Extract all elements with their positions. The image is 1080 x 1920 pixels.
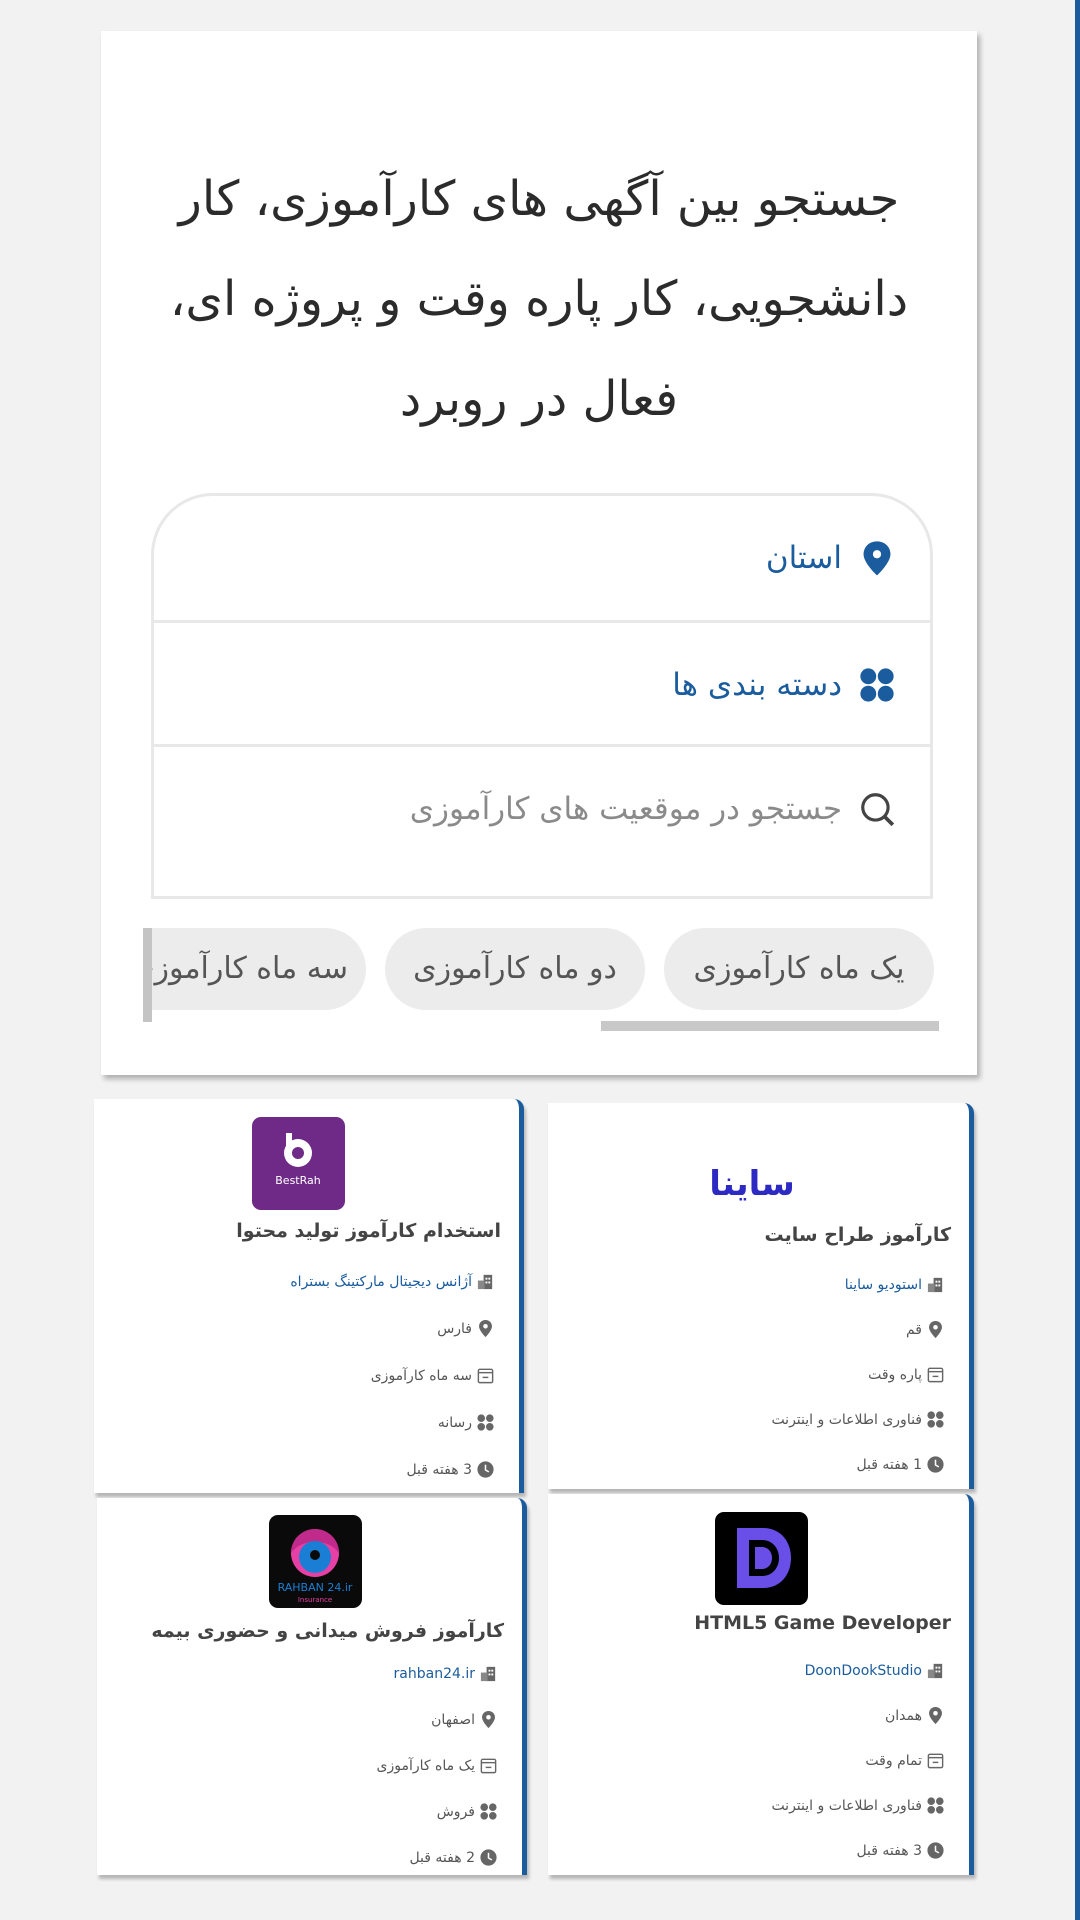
category-row: رسانه — [438, 1413, 495, 1432]
grid-dots-icon — [477, 1414, 494, 1431]
clock-icon — [477, 1461, 494, 1478]
grid-dots-icon — [860, 668, 894, 702]
type-row: تمام وقت — [865, 1751, 945, 1770]
building-icon — [927, 1663, 943, 1679]
type-row: سه ماه کارآموزی — [371, 1366, 495, 1385]
job-card[interactable]: HTML5 Game Developer DoonDookStudio همدا… — [548, 1494, 974, 1875]
chips-scroll-edge — [143, 928, 152, 1022]
map-pin-icon — [863, 541, 891, 576]
job-location: اصفهان — [431, 1711, 475, 1728]
job-posted: 1 هفته قبل — [856, 1456, 922, 1473]
search-hero-card: جستجو بین آگهی های کارآموزی، کار دانشجوی… — [101, 31, 977, 1075]
duration-filter-chips: یک ماه کارآموزی دو ماه کارآموزی سه ماه ک… — [143, 928, 943, 1028]
job-location: قم — [905, 1321, 922, 1338]
grid-dots-icon — [480, 1803, 497, 1820]
category-row: فروش — [437, 1802, 498, 1821]
chip-two-months[interactable]: دو ماه کارآموزی — [385, 928, 645, 1010]
chip-three-months[interactable]: سه ماه کارآموزی — [143, 928, 366, 1010]
job-title[interactable]: کارآموز طراح سایت — [765, 1224, 951, 1246]
category-select[interactable]: دسته بندی ها — [154, 620, 930, 747]
province-select[interactable]: استان — [154, 496, 930, 620]
job-category: فناوری اطلاعات و اینترنت — [771, 1797, 922, 1814]
job-posted: 3 هفته قبل — [856, 1842, 922, 1859]
job-title[interactable]: کارآموز فروش میدانی و حضوری بیمه — [151, 1620, 504, 1642]
job-category: فروش — [436, 1803, 475, 1820]
job-category: فناوری اطلاعات و اینترنت — [771, 1411, 922, 1428]
map-pin-icon — [929, 1320, 942, 1339]
company-logo: ساینا — [706, 1135, 799, 1228]
page-edge-bar — [1075, 0, 1080, 1920]
clock-icon — [480, 1849, 497, 1866]
calendar-icon — [480, 1758, 497, 1774]
page-title: جستجو بین آگهی های کارآموزی، کار دانشجوی… — [169, 171, 909, 427]
job-type: تمام وقت — [865, 1752, 922, 1769]
company-name: DoonDookStudio — [804, 1662, 922, 1679]
company-name: آژانس دیجیتال مارکتینگ بستراه — [290, 1273, 472, 1290]
building-icon — [477, 1274, 493, 1290]
posted-row: 3 هفته قبل — [406, 1460, 495, 1479]
job-title[interactable]: HTML5 Game Developer — [694, 1612, 951, 1634]
search-input[interactable]: جستجو در موقعیت های کارآموزی — [154, 744, 930, 871]
map-pin-icon — [929, 1706, 942, 1725]
posted-row: 2 هفته قبل — [409, 1848, 498, 1867]
building-icon — [927, 1277, 943, 1293]
job-card[interactable]: ساینا کارآموز طراح سایت استودیو ساینا قم… — [548, 1103, 974, 1489]
job-posted: 2 هفته قبل — [409, 1849, 475, 1866]
grid-dots-icon — [927, 1411, 944, 1428]
job-type: سه ماه کارآموزی — [370, 1367, 472, 1384]
search-form: استان دسته بندی ها جستجو در موقعیت های ک… — [151, 493, 933, 899]
type-row: پاره وقت — [868, 1365, 945, 1384]
category-row: فناوری اطلاعات و اینترنت — [771, 1796, 945, 1815]
clock-icon — [927, 1842, 944, 1859]
svg-text:RAHBAN 24.ir: RAHBAN 24.ir — [278, 1581, 353, 1594]
company-row[interactable]: DoonDookStudio — [805, 1661, 945, 1680]
calendar-icon — [927, 1367, 944, 1383]
location-row: فارس — [437, 1319, 495, 1338]
category-label: دسته بندی ها — [672, 667, 842, 703]
company-row[interactable]: استودیو ساینا — [845, 1275, 945, 1294]
building-icon — [480, 1666, 496, 1682]
chip-one-month[interactable]: یک ماه کارآموزی — [664, 928, 934, 1010]
company-logo: RAHBAN 24.ir Insurance — [269, 1515, 362, 1608]
location-row: همدان — [885, 1706, 945, 1725]
clock-icon — [927, 1456, 944, 1473]
job-card[interactable]: RAHBAN 24.ir Insurance کارآموز فروش میدا… — [97, 1498, 527, 1875]
job-title[interactable]: استخدام کارآموز تولید محتوا — [236, 1220, 501, 1242]
job-category: رسانه — [437, 1414, 472, 1431]
svg-text:Insurance: Insurance — [298, 1596, 332, 1604]
job-card[interactable]: BestRah استخدام کارآموز تولید محتوا آژان… — [94, 1099, 524, 1493]
job-location: همدان — [885, 1707, 922, 1724]
job-type: یک ماه کارآموزی — [376, 1757, 475, 1774]
svg-text:ساینا: ساینا — [709, 1164, 795, 1204]
type-row: یک ماه کارآموزی — [377, 1756, 498, 1775]
map-pin-icon — [479, 1319, 492, 1338]
svg-text:BestRah: BestRah — [275, 1174, 321, 1187]
search-icon — [861, 793, 895, 827]
search-placeholder: جستجو در موقعیت های کارآموزی — [409, 791, 842, 827]
job-type: پاره وقت — [868, 1366, 922, 1383]
job-location: فارس — [437, 1320, 472, 1337]
location-row: قم — [906, 1320, 945, 1339]
company-logo — [715, 1512, 808, 1605]
company-name: استودیو ساینا — [844, 1276, 922, 1293]
chips-scrollbar[interactable] — [601, 1021, 939, 1031]
province-label: استان — [765, 540, 842, 576]
grid-dots-icon — [927, 1797, 944, 1814]
job-posted: 3 هفته قبل — [406, 1461, 472, 1478]
company-logo: BestRah — [252, 1117, 345, 1210]
company-name: rahban24.ir — [393, 1665, 475, 1682]
company-row[interactable]: rahban24.ir — [394, 1664, 498, 1683]
location-row: اصفهان — [431, 1710, 498, 1729]
posted-row: 1 هفته قبل — [856, 1455, 945, 1474]
calendar-icon — [477, 1368, 494, 1384]
posted-row: 3 هفته قبل — [856, 1841, 945, 1860]
map-pin-icon — [482, 1710, 495, 1729]
calendar-icon — [927, 1753, 944, 1769]
category-row: فناوری اطلاعات و اینترنت — [771, 1410, 945, 1429]
company-row[interactable]: آژانس دیجیتال مارکتینگ بستراه — [290, 1272, 495, 1291]
